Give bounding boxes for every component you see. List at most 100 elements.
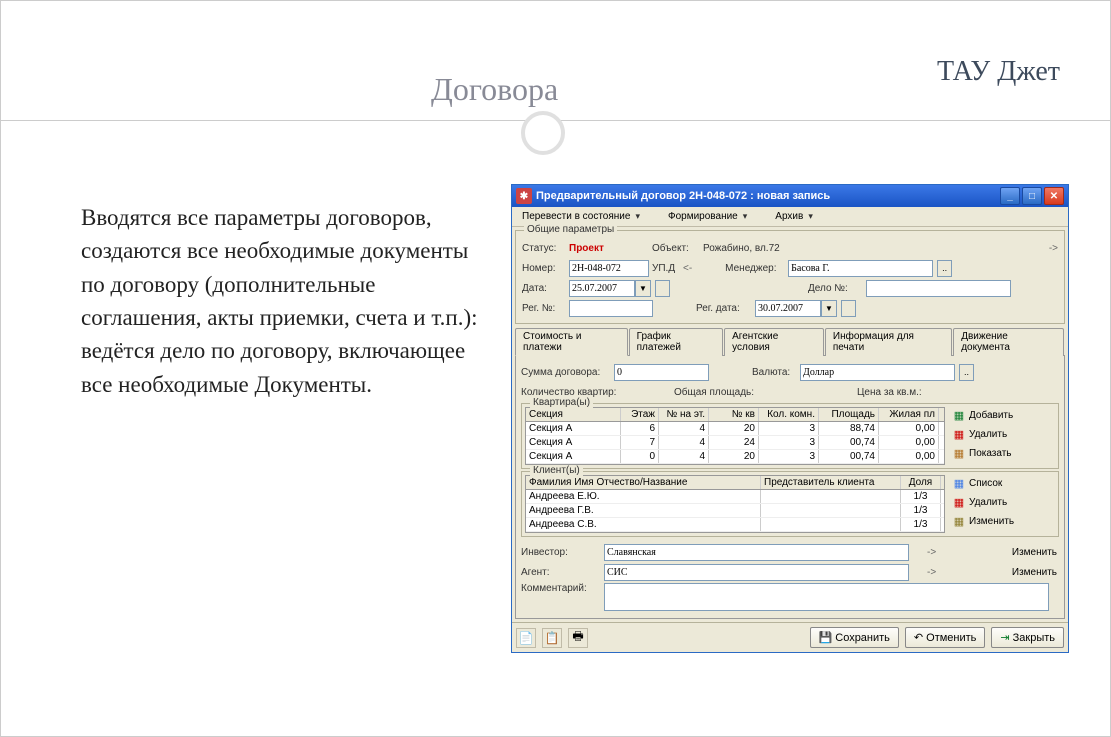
apartments-legend: Квартира(ы) <box>530 397 593 408</box>
add-icon: ▦ <box>952 408 966 422</box>
dealnum-label: Дело №: <box>808 283 863 294</box>
status-label: Статус: <box>522 243 566 254</box>
tool-new-icon[interactable]: 📄 <box>516 628 536 648</box>
investor-arrow[interactable]: -> <box>927 547 936 558</box>
col-num-on-floor: № на эт. <box>659 408 709 421</box>
tab-agent[interactable]: Агентские условия <box>724 328 824 356</box>
date-picker-button[interactable]: ▼ <box>635 280 651 297</box>
currency-lookup-button[interactable]: .. <box>959 364 974 381</box>
exit-icon: ⇥ <box>1000 631 1009 644</box>
cli-side-buttons: ▦Список ▦Удалить ▦Изменить <box>950 475 1016 533</box>
cli-grid-header: Фамилия Имя Отчество/Название Представит… <box>526 476 944 490</box>
maximize-button[interactable]: □ <box>1022 187 1042 205</box>
apt-delete-button[interactable]: ▦Удалить <box>950 426 1015 442</box>
regdate-picker-button[interactable]: ▼ <box>821 300 837 317</box>
close-label: Закрыть <box>1013 632 1055 644</box>
disk-icon: 💾 <box>819 631 833 644</box>
close-button[interactable]: ✕ <box>1044 187 1064 205</box>
list-icon: ▦ <box>952 476 966 490</box>
tab-print[interactable]: Информация для печати <box>825 328 952 356</box>
date-clear-button[interactable] <box>655 280 670 297</box>
number-field[interactable] <box>569 260 649 277</box>
agent-arrow[interactable]: -> <box>927 567 936 578</box>
cli-list-label: Список <box>969 478 1002 489</box>
menu-state[interactable]: Перевести в состояние <box>518 210 644 223</box>
manager-field[interactable] <box>788 260 933 277</box>
col-floor: Этаж <box>621 408 659 421</box>
cli-delete-button[interactable]: ▦Удалить <box>950 494 1016 510</box>
show-icon: ▦ <box>952 446 966 460</box>
investor-field[interactable] <box>604 544 909 561</box>
date-label: Дата: <box>522 283 566 294</box>
table-row[interactable]: Секция А0420300,740,00 <box>526 450 944 464</box>
save-label: Сохранить <box>835 632 890 644</box>
agent-edit-label: Изменить <box>1012 567 1057 578</box>
col-share: Доля <box>901 476 941 489</box>
apt-add-button[interactable]: ▦Добавить <box>950 407 1015 423</box>
aptcount-label: Количество квартир: <box>521 387 641 398</box>
object-arrow[interactable]: -> <box>1049 243 1058 254</box>
page-title: Договора <box>431 71 558 108</box>
sum-field[interactable] <box>614 364 709 381</box>
cli-list-button[interactable]: ▦Список <box>950 475 1016 491</box>
regdate-clear-button[interactable] <box>841 300 856 317</box>
menu-forming[interactable]: Формирование <box>664 210 751 223</box>
cli-edit-button[interactable]: ▦Изменить <box>950 513 1016 529</box>
brand-label: ТАУ Джет <box>937 56 1060 88</box>
cancel-button[interactable]: ↶Отменить <box>905 627 985 648</box>
table-row[interactable]: Андреева Е.Ю.1/3 <box>526 490 944 504</box>
currency-field[interactable] <box>800 364 955 381</box>
manager-lookup-button[interactable]: .. <box>937 260 952 277</box>
object-label: Объект: <box>652 243 700 254</box>
tab-panel: Сумма договора: Валюта: .. Количество кв… <box>515 356 1065 619</box>
regdate-field[interactable] <box>755 300 821 317</box>
menu-archive-label: Архив <box>775 211 803 222</box>
tab-schedule[interactable]: График платежей <box>629 328 724 356</box>
cli-del-label: Удалить <box>969 497 1007 508</box>
agent-field[interactable] <box>604 564 909 581</box>
common-legend: Общие параметры <box>524 224 617 235</box>
apt-add-label: Добавить <box>969 410 1013 421</box>
window-titlebar: ✱ Предварительный договор 2H-048-072 : н… <box>512 185 1068 207</box>
apt-show-label: Показать <box>969 448 1012 459</box>
tool-print-icon[interactable]: 🖶 <box>568 628 588 648</box>
comment-field[interactable] <box>604 583 1049 611</box>
pricem2-label: Цена за кв.м.: <box>857 387 922 398</box>
tab-docflow[interactable]: Движение документа <box>953 328 1064 356</box>
minimize-button[interactable]: _ <box>1000 187 1020 205</box>
investor-edit-button[interactable]: Изменить <box>1010 546 1059 559</box>
table-row[interactable]: Секция А6420388,740,00 <box>526 422 944 436</box>
menu-state-label: Перевести в состояние <box>522 211 630 222</box>
apt-del-label: Удалить <box>969 429 1007 440</box>
dealnum-field[interactable] <box>866 280 1011 297</box>
clients-group: Клиент(ы) Фамилия Имя Отчество/Название … <box>521 471 1059 537</box>
window-title: Предварительный договор 2H-048-072 : нов… <box>536 190 830 202</box>
body-text: Вводятся все параметры договоров, создаю… <box>81 201 491 401</box>
col-area: Площадь <box>819 408 879 421</box>
save-button[interactable]: 💾Сохранить <box>810 627 899 648</box>
regnum-field[interactable] <box>569 300 653 317</box>
cancel-label: Отменить <box>926 632 976 644</box>
pd-arrow[interactable]: <- <box>683 263 692 274</box>
apartments-grid[interactable]: Секция Этаж № на эт. № кв Кол. комн. Пло… <box>525 407 945 465</box>
table-row[interactable]: Секция А7424300,740,00 <box>526 436 944 450</box>
table-row[interactable]: Андреева С.В.1/3 <box>526 518 944 532</box>
apt-show-button[interactable]: ▦Показать <box>950 445 1015 461</box>
date-field[interactable] <box>569 280 635 297</box>
regdate-label: Рег. дата: <box>696 303 752 314</box>
close-window-button[interactable]: ⇥ Закрыть <box>991 627 1064 648</box>
col-representative: Представитель клиента <box>761 476 901 489</box>
tab-cost[interactable]: Стоимость и платежи <box>515 328 628 356</box>
apartments-group: Квартира(ы) Секция Этаж № на эт. № кв Ко… <box>521 403 1059 469</box>
apt-side-buttons: ▦Добавить ▦Удалить ▦Показать <box>950 407 1015 465</box>
menu-archive[interactable]: Архив <box>771 210 817 223</box>
agent-edit-button[interactable]: Изменить <box>1010 566 1059 579</box>
clients-grid[interactable]: Фамилия Имя Отчество/Название Представит… <box>525 475 945 533</box>
bottom-bar: 📄 📋 🖶 💾Сохранить ↶Отменить ⇥ Закрыть <box>512 622 1068 652</box>
currency-label: Валюта: <box>752 367 797 378</box>
clients-legend: Клиент(ы) <box>530 465 583 476</box>
table-row[interactable]: Андреева Г.В.1/3 <box>526 504 944 518</box>
sum-label: Сумма договора: <box>521 367 611 378</box>
col-apt-num: № кв <box>709 408 759 421</box>
tool-copy-icon[interactable]: 📋 <box>542 628 562 648</box>
